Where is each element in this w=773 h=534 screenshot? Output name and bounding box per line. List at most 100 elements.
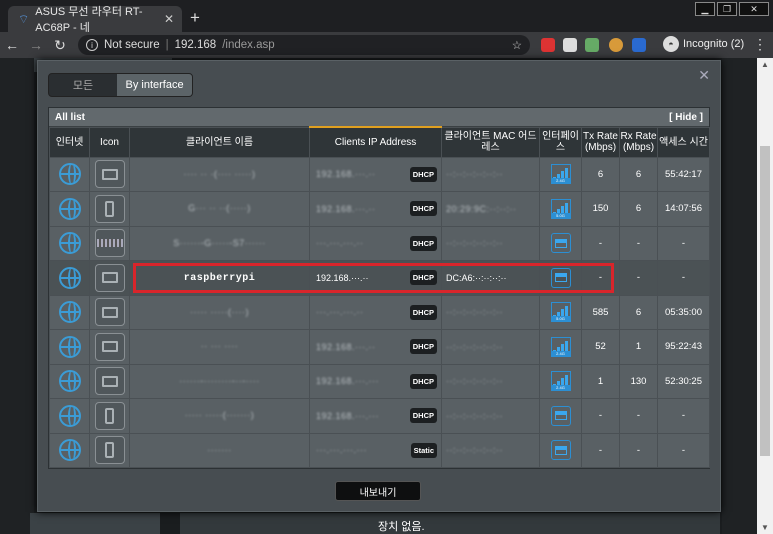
tx-rate: -	[581, 225, 620, 261]
client-name[interactable]: ···· ·· ·(···· ·····)	[129, 156, 310, 192]
page-scrollbar[interactable]: ▲ ▼	[757, 58, 773, 534]
globe-icon[interactable]	[58, 335, 81, 358]
rx-rate: 6	[619, 156, 658, 192]
client-name[interactable]: G··· ·· ··(·····)	[129, 191, 310, 227]
ip-cell: ···.···.···.··· Static	[309, 432, 442, 468]
icon-cell[interactable]	[89, 363, 130, 399]
client-name[interactable]: ·· ··· ····	[129, 329, 310, 365]
table-row[interactable]: ···· ·· ·(···· ·····) 192.168.···.·· DHCP ·…	[49, 156, 710, 192]
table-row[interactable]: ·· ··· ···· 192.168.···.·· DHCP ··:··:··:··…	[49, 329, 710, 365]
client-name[interactable]: S······-G·····-S7······	[129, 225, 310, 261]
client-name[interactable]: ·······	[129, 432, 310, 468]
table-row[interactable]: ······-········-··-···· 192.168.···.··· DH…	[49, 363, 710, 399]
bookmark-star-icon[interactable]: ☆	[512, 38, 522, 52]
mac-cell: ··:··:··:··:··:··	[441, 294, 540, 330]
globe-icon[interactable]	[58, 301, 81, 324]
tab-all[interactable]: 모든	[49, 74, 117, 96]
col-mac[interactable]: 클라이언트 MAC 어드레스	[441, 126, 540, 158]
client-name[interactable]: ······-········-··-····	[129, 363, 310, 399]
address-bar[interactable]: i Not secure | 192.168 /index.asp ☆	[78, 35, 530, 55]
globe-icon[interactable]	[58, 404, 81, 427]
col-client-name[interactable]: 클라이언트 이름	[129, 126, 310, 158]
minimize-button[interactable]: ▁	[695, 2, 715, 16]
laptop-icon[interactable]	[94, 298, 125, 327]
internet-cell[interactable]	[49, 225, 90, 261]
scroll-thumb[interactable]	[760, 146, 770, 456]
maximize-button[interactable]: ❐	[717, 2, 737, 16]
client-name[interactable]: ····· ·····(····)	[129, 294, 310, 330]
laptop-icon[interactable]	[94, 332, 125, 361]
scroll-down-icon[interactable]: ▼	[761, 523, 769, 532]
icon-cell[interactable]	[89, 398, 130, 434]
list-header: All list [ Hide ]	[49, 108, 709, 126]
globe-icon[interactable]	[58, 163, 81, 186]
tab-close-icon[interactable]: ✕	[164, 12, 174, 26]
window-close-button[interactable]: ✕	[739, 2, 769, 16]
globe-icon[interactable]	[58, 370, 81, 393]
col-access-time[interactable]: 액세스 시간	[657, 126, 710, 158]
browser-tab[interactable]: ⌔ ASUS 무선 라우터 RT-AC68P - 네 ✕	[8, 6, 182, 34]
scroll-up-icon[interactable]: ▲	[761, 60, 769, 69]
table-row[interactable]: ······· ···.···.···.··· Static ··:··:··:··:…	[49, 432, 710, 468]
internet-cell[interactable]	[49, 294, 90, 330]
interface-cell: 5.0G	[539, 191, 582, 227]
client-name[interactable]: ····· ·····(·······)	[129, 398, 310, 434]
extension-blue-icon[interactable]	[632, 38, 646, 52]
extension-doc-icon[interactable]	[563, 38, 577, 52]
table-row[interactable]: ····· ·····(····) ···.···.···.·· DHCP ··:··…	[49, 294, 710, 330]
extension-puzzle-icon[interactable]	[585, 38, 599, 52]
globe-icon[interactable]	[58, 266, 81, 289]
internet-cell[interactable]	[49, 260, 90, 296]
laptop-icon[interactable]	[94, 367, 125, 396]
globe-icon[interactable]	[58, 439, 81, 462]
col-interface[interactable]: 인터페이스	[539, 126, 582, 158]
ip-type-badge: DHCP	[409, 201, 437, 217]
phone-icon[interactable]	[94, 436, 125, 465]
col-rx-rate[interactable]: Rx Rate (Mbps)	[619, 126, 658, 158]
back-icon[interactable]: ←	[0, 37, 24, 53]
col-internet[interactable]: 인터넷	[49, 126, 90, 158]
ip-cell: ···.···.···.·· DHCP	[309, 225, 442, 261]
extension-cookie-icon[interactable]	[609, 38, 623, 52]
internet-cell[interactable]	[49, 432, 90, 468]
router-icon[interactable]	[94, 229, 125, 258]
internet-cell[interactable]	[49, 329, 90, 365]
ip-address: ···.···.···.···	[316, 445, 367, 456]
incognito-indicator[interactable]: ◓ Incognito (2)	[663, 36, 744, 52]
tx-rate: 52	[581, 329, 620, 365]
hide-link[interactable]: [ Hide ]	[669, 112, 703, 123]
col-ip-address[interactable]: Clients IP Address	[309, 126, 442, 158]
forward-icon[interactable]: →	[24, 37, 48, 53]
globe-icon[interactable]	[58, 197, 81, 220]
internet-cell[interactable]	[49, 156, 90, 192]
icon-cell[interactable]	[89, 156, 130, 192]
table-row[interactable]: S······-G·····-S7······ ···.···.···.·· DHC…	[49, 225, 710, 261]
icon-cell[interactable]	[89, 225, 130, 261]
phone-icon[interactable]	[94, 194, 125, 223]
col-tx-rate[interactable]: Tx Rate (Mbps)	[581, 126, 620, 158]
reload-icon[interactable]: ↻	[48, 37, 72, 54]
new-tab-button[interactable]: +	[190, 8, 200, 28]
tab-by-interface[interactable]: By interface	[117, 74, 192, 96]
menu-icon[interactable]: ⋮	[753, 36, 767, 53]
icon-cell[interactable]	[89, 432, 130, 468]
internet-cell[interactable]	[49, 398, 90, 434]
laptop-icon[interactable]	[94, 263, 125, 292]
internet-cell[interactable]	[49, 191, 90, 227]
icon-cell[interactable]	[89, 191, 130, 227]
icon-cell[interactable]	[89, 294, 130, 330]
export-button[interactable]: 내보내기	[335, 481, 421, 501]
table-row[interactable]: G··· ·· ··(·····) 192.168.···.·· DHCP 20:29…	[49, 191, 710, 227]
phone-icon[interactable]	[94, 401, 125, 430]
icon-cell[interactable]	[89, 260, 130, 296]
internet-cell[interactable]	[49, 363, 90, 399]
extension-shield-icon[interactable]	[541, 38, 555, 52]
col-icon[interactable]: Icon	[89, 126, 130, 158]
modal-close-icon[interactable]: ✕	[698, 67, 710, 84]
globe-icon[interactable]	[58, 232, 81, 255]
icon-cell[interactable]	[89, 329, 130, 365]
browser-toolbar: ← → ↻ i Not secure | 192.168 /index.asp …	[0, 32, 773, 58]
info-icon[interactable]: i	[86, 39, 98, 51]
laptop-icon[interactable]	[94, 160, 125, 189]
table-row[interactable]: ····· ·····(·······) 192.168.···.··· DHCP ·…	[49, 398, 710, 434]
